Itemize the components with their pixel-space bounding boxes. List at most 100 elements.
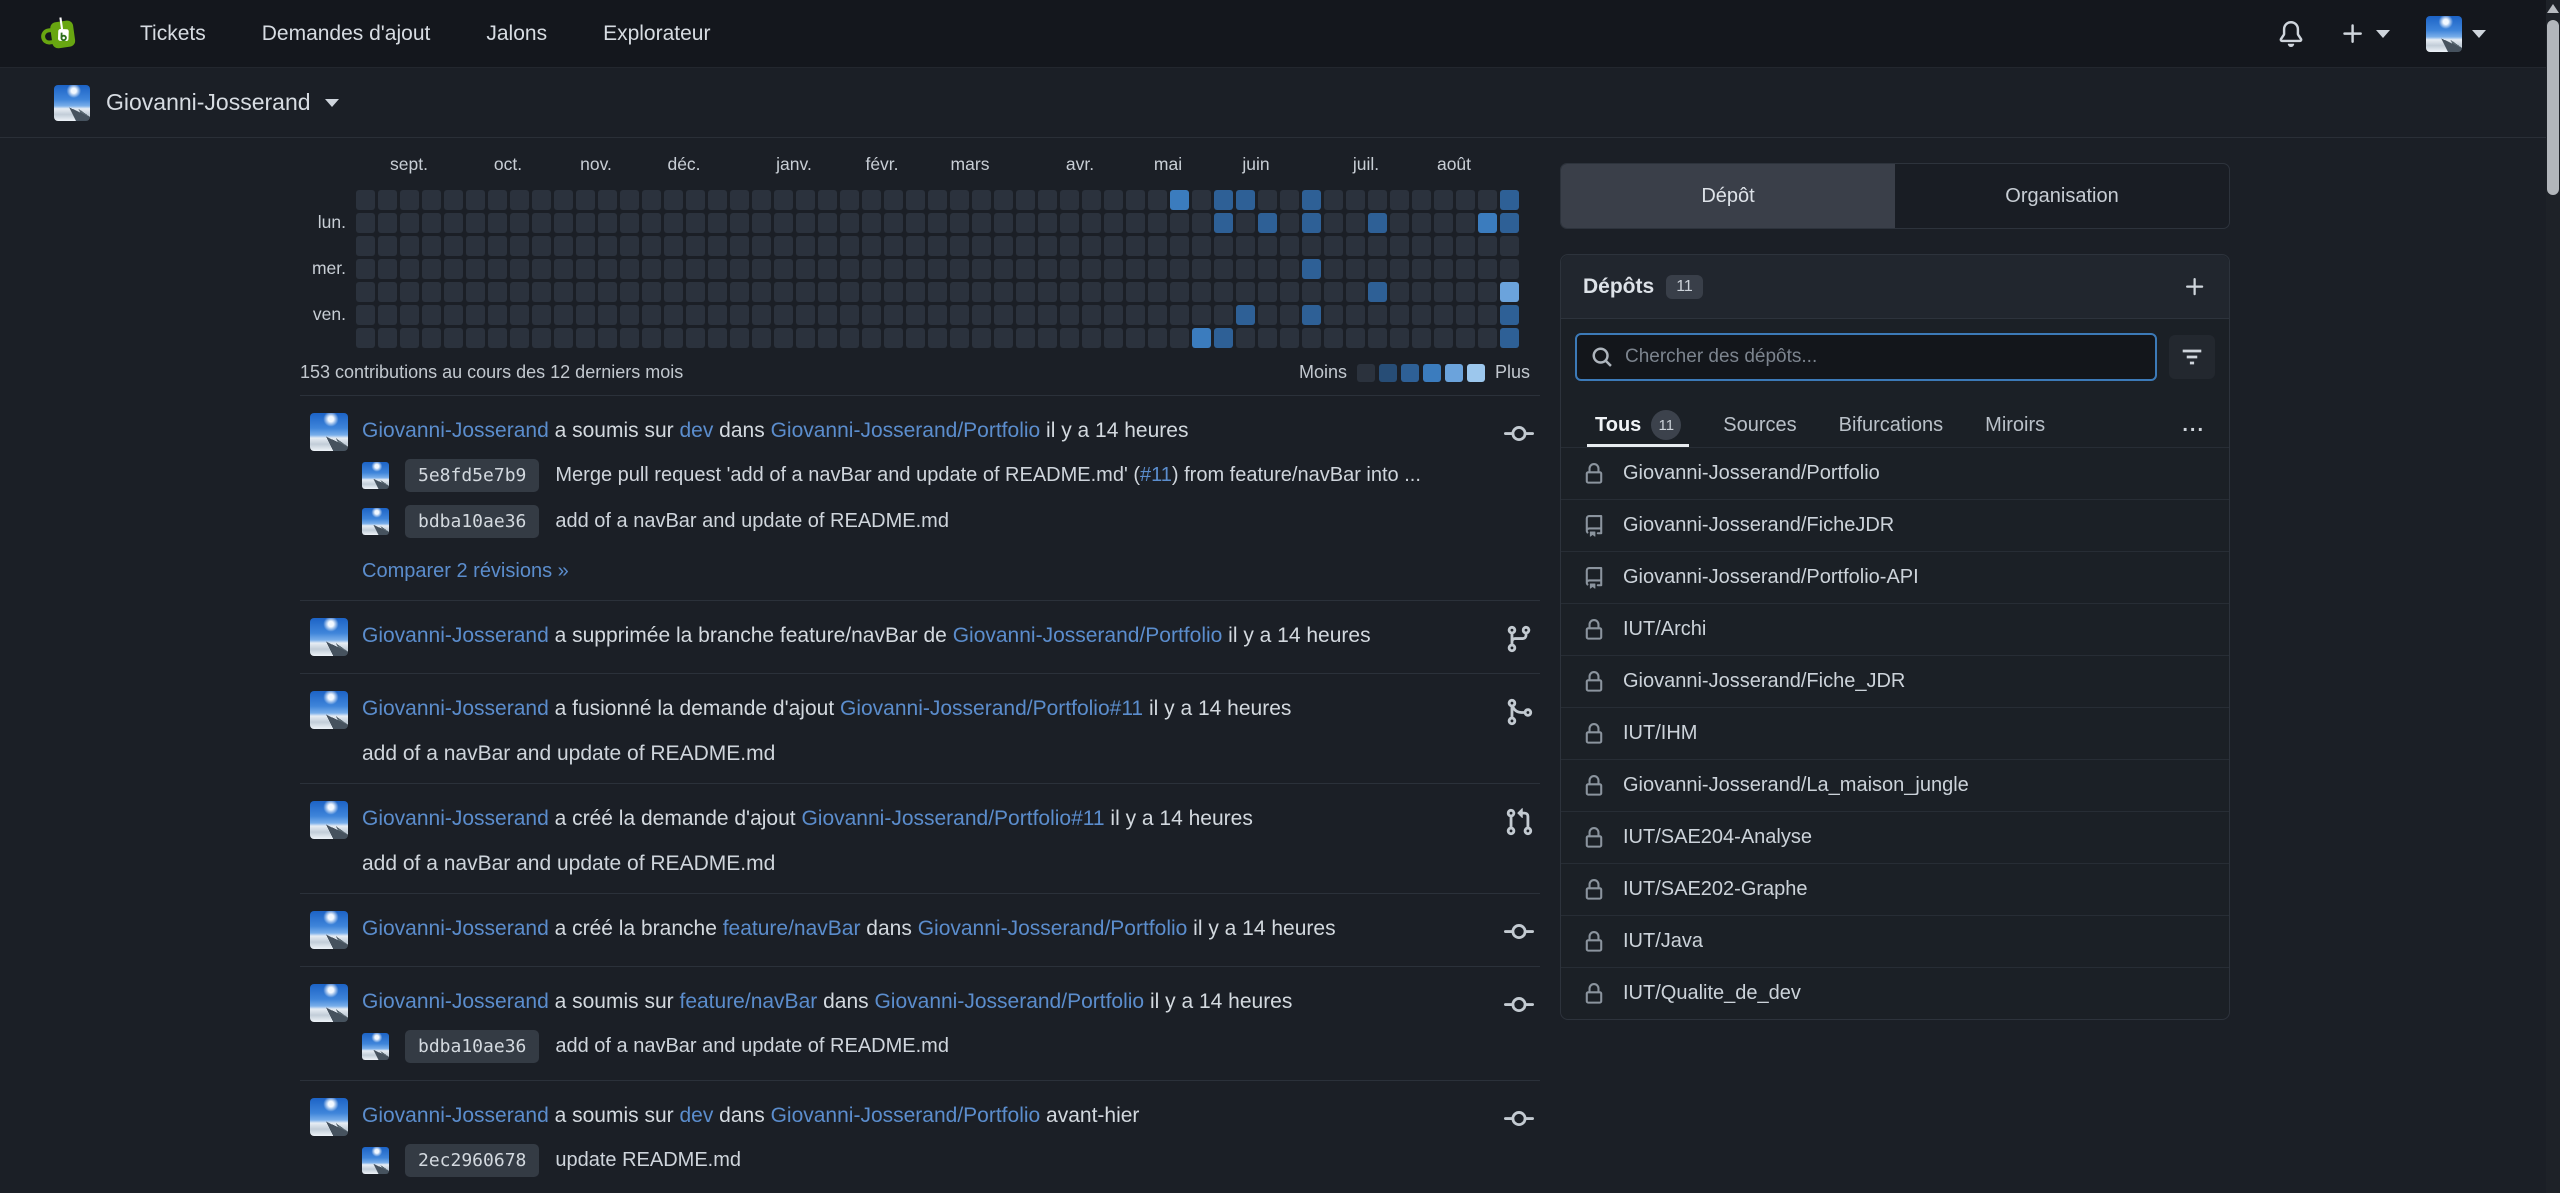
heatmap-cell[interactable] <box>884 213 903 233</box>
heatmap-cell[interactable] <box>686 305 705 325</box>
feed-headline-link[interactable]: Giovanni-Josserand <box>362 624 549 647</box>
heatmap-cell[interactable] <box>1214 282 1233 302</box>
heatmap-cell[interactable] <box>1104 259 1123 279</box>
heatmap-cell[interactable] <box>598 190 617 210</box>
heatmap-cell[interactable] <box>818 328 837 348</box>
heatmap-cell[interactable] <box>1500 305 1519 325</box>
heatmap-cell[interactable] <box>928 190 947 210</box>
heatmap-cell[interactable] <box>928 328 947 348</box>
heatmap-cell[interactable] <box>1478 305 1497 325</box>
heatmap-cell[interactable] <box>576 259 595 279</box>
heatmap-cell[interactable] <box>642 236 661 256</box>
heatmap-cell[interactable] <box>1346 305 1365 325</box>
heatmap-cell[interactable] <box>774 259 793 279</box>
heatmap-cell[interactable] <box>1478 259 1497 279</box>
heatmap-cell[interactable] <box>972 236 991 256</box>
chevron-down-icon[interactable] <box>325 99 339 107</box>
heatmap-cell[interactable] <box>1280 213 1299 233</box>
heatmap-cell[interactable] <box>1192 282 1211 302</box>
heatmap-cell[interactable] <box>906 213 925 233</box>
heatmap-cell[interactable] <box>1082 328 1101 348</box>
heatmap-cell[interactable] <box>510 236 529 256</box>
heatmap-cell[interactable] <box>1170 213 1189 233</box>
heatmap-cell[interactable] <box>862 236 881 256</box>
heatmap-cell[interactable] <box>620 213 639 233</box>
heatmap-cell[interactable] <box>444 328 463 348</box>
heatmap-cell[interactable] <box>1082 259 1101 279</box>
commit-sha[interactable]: 5e8fd5e7b9 <box>405 459 539 492</box>
heatmap-cell[interactable] <box>1060 213 1079 233</box>
heatmap-cell[interactable] <box>1038 190 1057 210</box>
heatmap-cell[interactable] <box>1368 328 1387 348</box>
heatmap-cell[interactable] <box>1148 213 1167 233</box>
heatmap-cell[interactable] <box>1456 213 1475 233</box>
heatmap-cell[interactable] <box>1214 190 1233 210</box>
heatmap-cell[interactable] <box>554 328 573 348</box>
heatmap-cell[interactable] <box>554 190 573 210</box>
heatmap-cell[interactable] <box>466 236 485 256</box>
heatmap-cell[interactable] <box>994 236 1013 256</box>
actor-avatar[interactable] <box>310 911 348 949</box>
heatmap-cell[interactable] <box>532 259 551 279</box>
feed-headline-link[interactable]: Giovanni-Josserand/Portfolio <box>953 624 1223 647</box>
heatmap-cell[interactable] <box>378 305 397 325</box>
heatmap-cell[interactable] <box>1456 236 1475 256</box>
heatmap-cell[interactable] <box>686 236 705 256</box>
heatmap-cell[interactable] <box>1038 259 1057 279</box>
heatmap-cell[interactable] <box>840 213 859 233</box>
heatmap-cell[interactable] <box>642 305 661 325</box>
heatmap-cell[interactable] <box>708 190 727 210</box>
heatmap-cell[interactable] <box>1192 259 1211 279</box>
repo-list-item[interactable]: Giovanni-Josserand/FicheJDR <box>1561 499 2229 551</box>
heatmap-cell[interactable] <box>1478 236 1497 256</box>
scrollbar-up-arrow-icon[interactable] <box>2547 4 2559 13</box>
heatmap-cell[interactable] <box>730 328 749 348</box>
heatmap-cell[interactable] <box>444 190 463 210</box>
heatmap-cell[interactable] <box>642 190 661 210</box>
scrollbar-thumb[interactable] <box>2547 20 2559 195</box>
heatmap-cell[interactable] <box>1390 236 1409 256</box>
heatmap-cell[interactable] <box>1478 213 1497 233</box>
commit-message-link[interactable]: #11 <box>1140 464 1172 486</box>
heatmap-cell[interactable] <box>730 282 749 302</box>
heatmap-cell[interactable] <box>576 236 595 256</box>
heatmap-cell[interactable] <box>840 190 859 210</box>
heatmap-cell[interactable] <box>1016 190 1035 210</box>
heatmap-cell[interactable] <box>1390 305 1409 325</box>
heatmap-cell[interactable] <box>1236 282 1255 302</box>
heatmap-cell[interactable] <box>1192 328 1211 348</box>
heatmap-cell[interactable] <box>620 190 639 210</box>
heatmap-cell[interactable] <box>1500 236 1519 256</box>
create-new-dropdown[interactable] <box>2340 21 2390 47</box>
heatmap-cell[interactable] <box>1412 236 1431 256</box>
heatmap-cell[interactable] <box>884 236 903 256</box>
heatmap-cell[interactable] <box>1016 305 1035 325</box>
heatmap-cell[interactable] <box>1500 282 1519 302</box>
heatmap-cell[interactable] <box>950 328 969 348</box>
heatmap-cell[interactable] <box>1368 282 1387 302</box>
heatmap-cell[interactable] <box>708 282 727 302</box>
heatmap-cell[interactable] <box>708 259 727 279</box>
heatmap-cell[interactable] <box>928 305 947 325</box>
heatmap-cell[interactable] <box>862 190 881 210</box>
heatmap-cell[interactable] <box>1500 328 1519 348</box>
feed-headline-link[interactable]: Giovanni-Josserand/Portfolio <box>771 419 1041 442</box>
heatmap-cell[interactable] <box>1038 305 1057 325</box>
heatmap-cell[interactable] <box>422 328 441 348</box>
heatmap-cell[interactable] <box>1236 328 1255 348</box>
repo-list-item[interactable]: IUT/SAE204-Analyse <box>1561 811 2229 863</box>
heatmap-cell[interactable] <box>1302 236 1321 256</box>
heatmap-cell[interactable] <box>1060 259 1079 279</box>
heatmap-cell[interactable] <box>466 328 485 348</box>
feed-headline-link[interactable]: Giovanni-Josserand/Portfolio <box>874 990 1144 1013</box>
heatmap-cell[interactable] <box>444 305 463 325</box>
heatmap-cell[interactable] <box>1368 213 1387 233</box>
heatmap-cell[interactable] <box>1082 213 1101 233</box>
heatmap-cell[interactable] <box>1060 190 1079 210</box>
heatmap-cell[interactable] <box>400 259 419 279</box>
feed-headline-link[interactable]: dev <box>679 419 713 442</box>
actor-avatar[interactable] <box>310 618 348 656</box>
heatmap-cell[interactable] <box>1170 259 1189 279</box>
heatmap-cell[interactable] <box>664 282 683 302</box>
heatmap-cell[interactable] <box>664 236 683 256</box>
